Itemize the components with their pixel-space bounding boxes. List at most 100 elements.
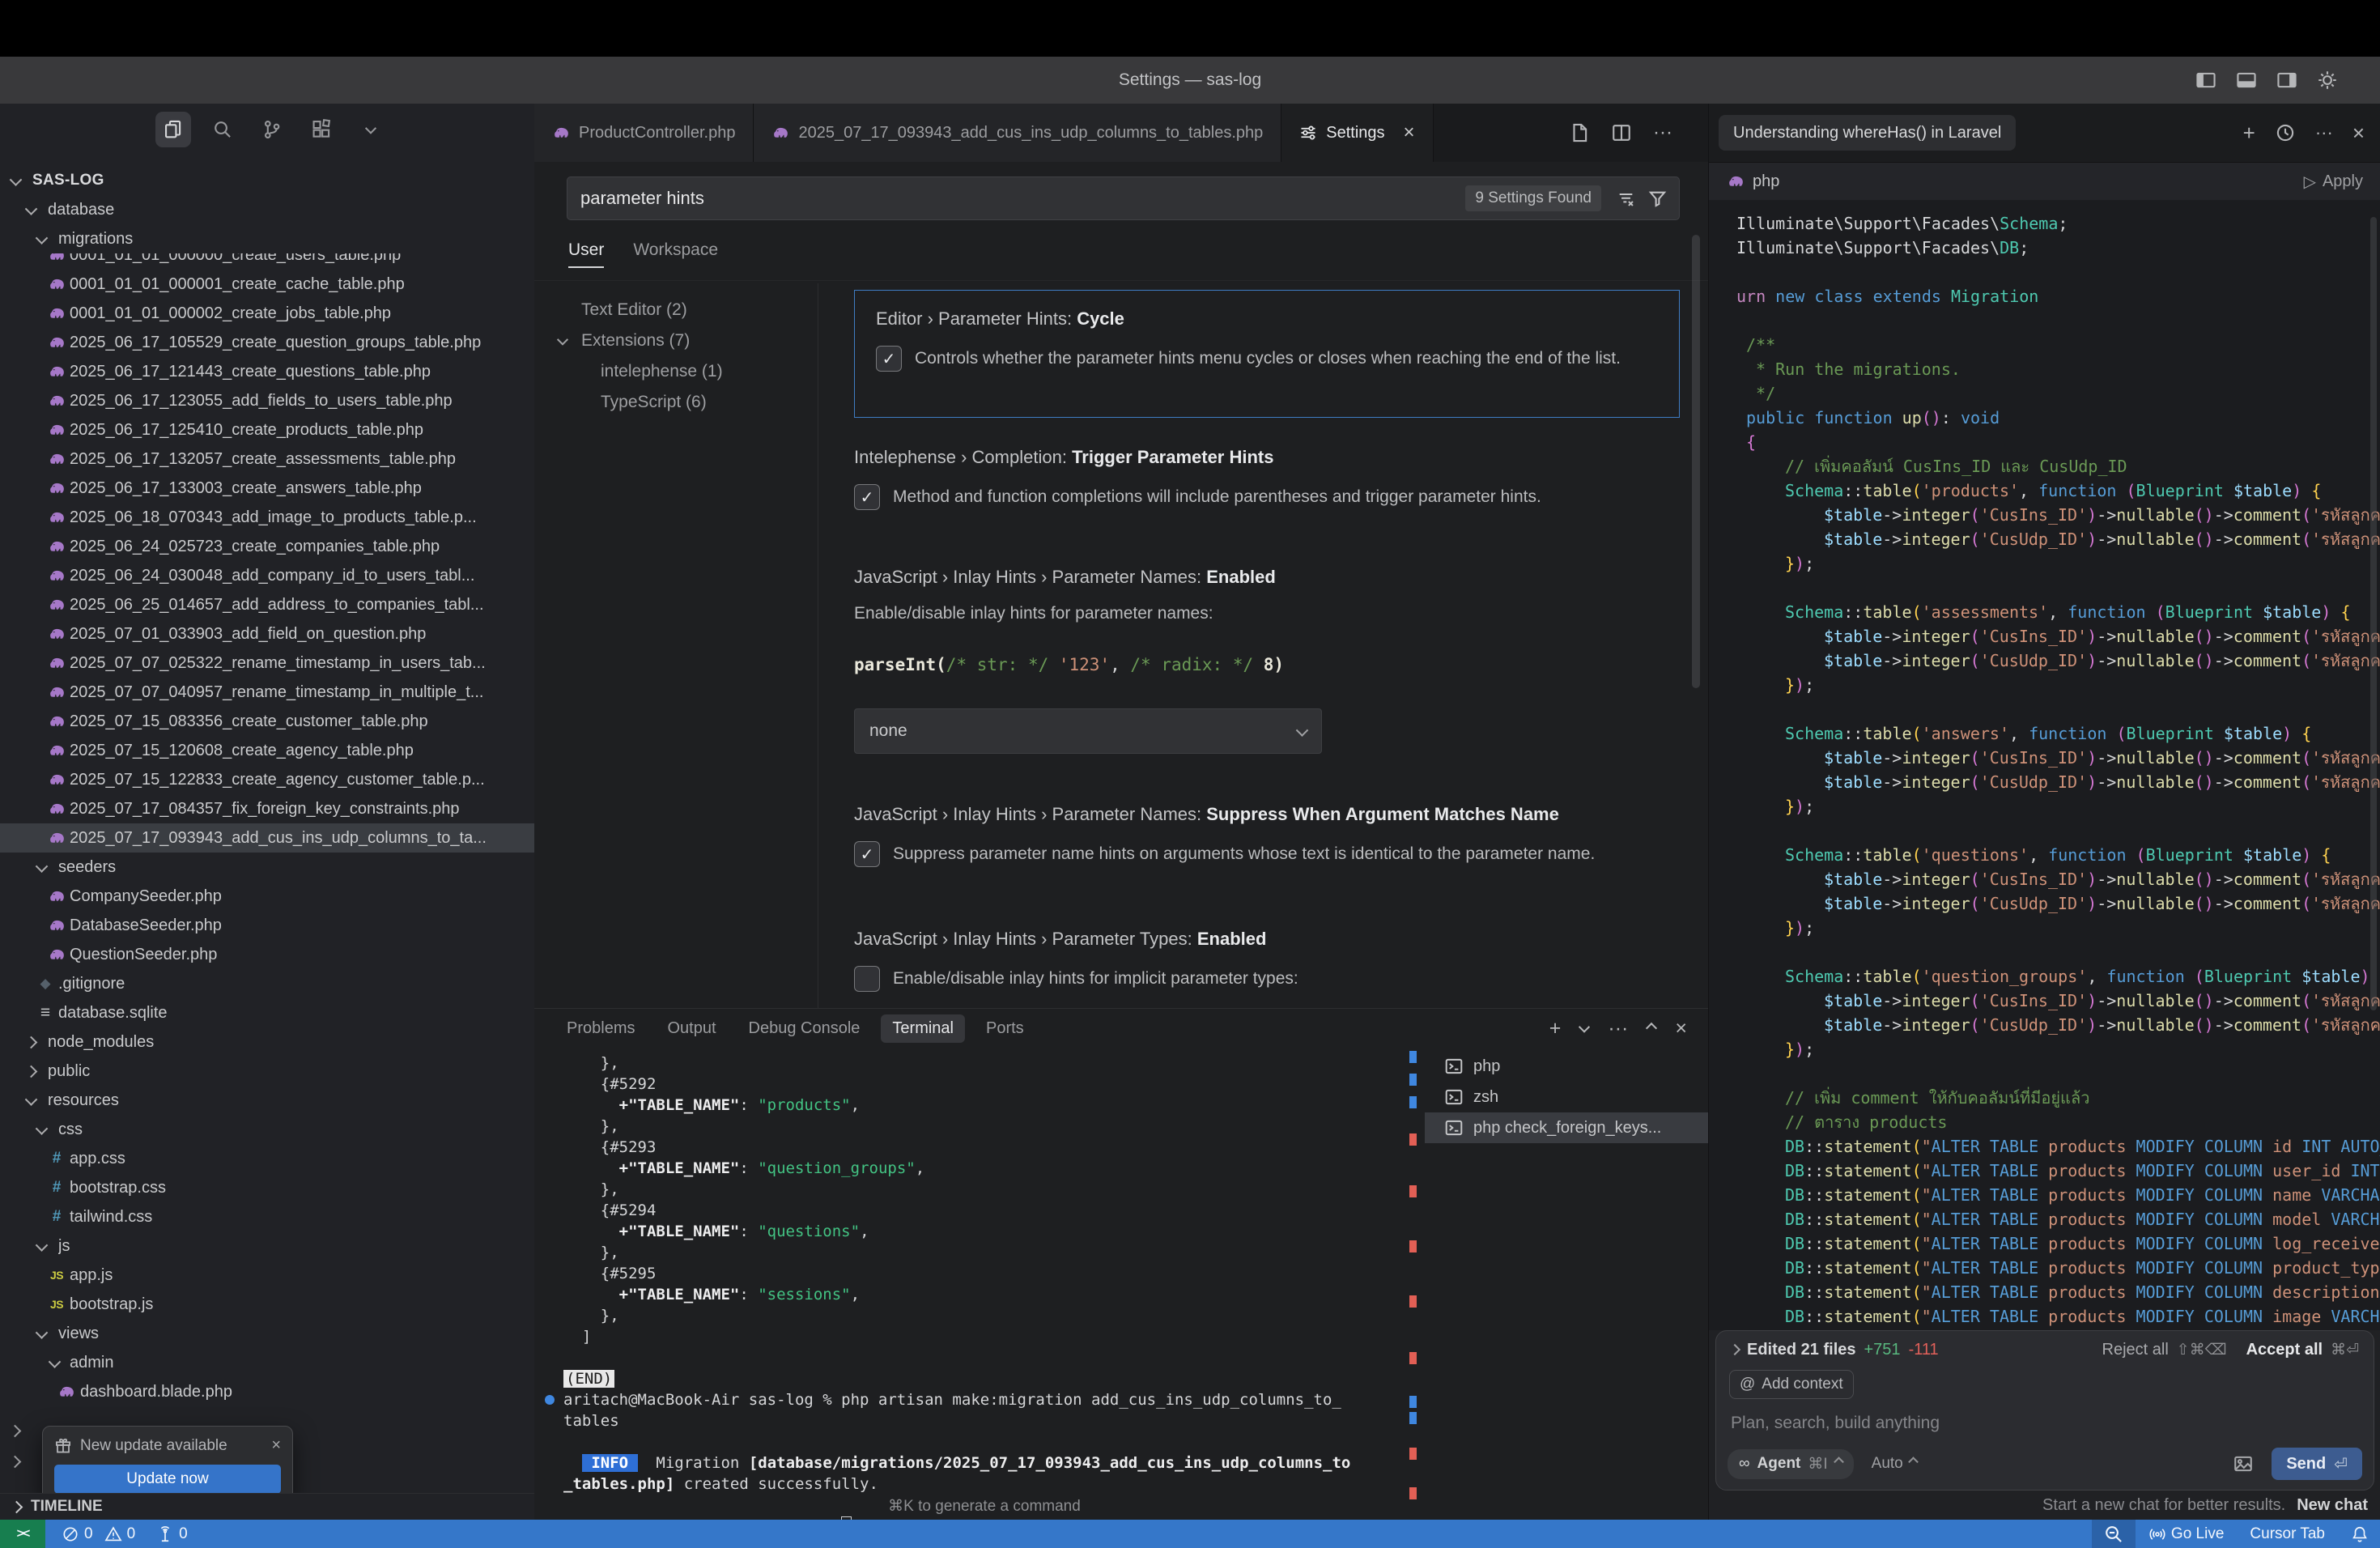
ports-status[interactable]: 0 [156, 1525, 188, 1543]
tree-item[interactable]: 2025_07_07_025322_rename_timestamp_in_us… [0, 649, 534, 678]
tree-item[interactable]: admin [0, 1348, 534, 1377]
tree-item[interactable]: 2025_07_15_083356_create_customer_table.… [0, 707, 534, 736]
setting-checkbox[interactable] [854, 966, 880, 992]
terminal-profile-chevron-icon[interactable] [1579, 1022, 1590, 1033]
split-editor-icon[interactable] [1611, 122, 1632, 143]
tree-item[interactable]: node_modules [0, 1027, 534, 1057]
tree-item[interactable]: migrations [0, 224, 534, 253]
panel-tab-Output[interactable]: Output [656, 1014, 727, 1043]
apply-button[interactable]: ▷ Apply [2304, 172, 2363, 192]
tree-item[interactable]: JSapp.js [0, 1261, 534, 1290]
terminal-session[interactable]: zsh [1425, 1082, 1708, 1112]
tree-item[interactable]: 2025_07_07_040957_rename_timestamp_in_mu… [0, 678, 534, 707]
settings-toc-item[interactable]: intelephense (1) [534, 356, 818, 387]
tree-item[interactable]: JSbootstrap.js [0, 1290, 534, 1319]
edited-files-label[interactable]: Edited 21 files [1747, 1341, 1856, 1359]
timeline-section[interactable]: TIMELINE [0, 1493, 534, 1520]
settings-gear-icon[interactable] [2317, 70, 2338, 91]
problems-status[interactable]: 0 0 [62, 1525, 135, 1543]
tree-item[interactable]: 2025_06_18_070343_add_image_to_products_… [0, 503, 534, 532]
more-actions-icon[interactable]: ··· [1653, 121, 1672, 144]
tree-item[interactable]: 0001_01_01_000002_create_jobs_table.php [0, 299, 534, 328]
setting-select-dropdown[interactable]: none [854, 708, 1322, 754]
setting-checkbox[interactable] [854, 484, 880, 510]
panel-tab-Debug Console[interactable]: Debug Console [737, 1014, 872, 1043]
remote-indicator[interactable]: >< [0, 1520, 45, 1548]
tree-item[interactable]: ≡database.sqlite [0, 998, 534, 1027]
tree-item[interactable]: 2025_06_24_030048_add_company_id_to_user… [0, 561, 534, 590]
maximize-panel-icon[interactable] [1646, 1023, 1657, 1034]
tree-item[interactable]: QuestionSeeder.php [0, 940, 534, 969]
tree-item[interactable]: views [0, 1319, 534, 1348]
tab-user[interactable]: User [568, 240, 604, 268]
tree-item[interactable]: 2025_06_24_025723_create_companies_table… [0, 532, 534, 561]
zoom-out-button[interactable] [2092, 1520, 2136, 1548]
tab-2025_07_17_093943_add_cus_ins_udp_columns_to_tables.php[interactable]: 2025_07_17_093943_add_cus_ins_udp_column… [754, 104, 1281, 162]
tree-item[interactable]: 2025_07_15_120608_create_agency_table.ph… [0, 736, 534, 765]
filter-icon[interactable] [1647, 189, 1668, 209]
cursor-tab-status[interactable]: Cursor Tab [2237, 1525, 2338, 1543]
tree-item[interactable]: 2025_07_15_122833_create_agency_customer… [0, 765, 534, 794]
open-preview-icon[interactable] [1569, 122, 1590, 143]
panel-tab-Terminal[interactable]: Terminal [881, 1014, 965, 1043]
new-chat-link[interactable]: New chat [2297, 1496, 2368, 1515]
tree-root[interactable]: SAS-LOG [0, 166, 534, 195]
tree-item[interactable]: js [0, 1231, 534, 1261]
tree-item[interactable]: #app.css [0, 1144, 534, 1173]
chat-input-placeholder[interactable]: Plan, search, build anything [1731, 1414, 2374, 1433]
tree-item[interactable]: 2025_07_17_084357_fix_foreign_key_constr… [0, 794, 534, 823]
tree-item[interactable]: public [0, 1057, 534, 1086]
explorer-icon[interactable] [155, 112, 191, 147]
tree-item[interactable]: #bootstrap.css [0, 1173, 534, 1202]
tree-item[interactable]: seeders [0, 853, 534, 882]
extensions-icon[interactable] [304, 112, 339, 147]
tree-item[interactable]: 2025_06_17_105529_create_question_groups… [0, 328, 534, 357]
close-icon[interactable]: × [271, 1436, 281, 1455]
terminal-output[interactable]: }, {#5292 +"TABLE_NAME": "products", }, … [534, 1053, 1435, 1520]
search-icon[interactable] [205, 112, 240, 147]
agent-mode-selector[interactable]: ∞ Agent ⌘I [1728, 1449, 1854, 1479]
tree-item[interactable]: 2025_06_17_133003_create_answers_table.p… [0, 474, 534, 503]
settings-search-input[interactable] [579, 187, 1465, 210]
more-actions-icon[interactable]: ··· [2315, 122, 2333, 143]
new-chat-icon[interactable]: + [2243, 121, 2255, 146]
model-selector[interactable]: Auto [1872, 1455, 1917, 1473]
tree-item[interactable]: 2025_06_25_014657_add_address_to_compani… [0, 590, 534, 619]
tab-workspace[interactable]: Workspace [633, 240, 718, 268]
reject-all-button[interactable]: Reject all [2102, 1341, 2169, 1359]
terminal-session[interactable]: php [1425, 1051, 1708, 1082]
add-context-chip[interactable]: @ Add context [1729, 1370, 1854, 1399]
settings-toc-item[interactable]: Text Editor (2) [534, 295, 818, 325]
toggle-bottom-panel-icon[interactable] [2236, 70, 2257, 91]
setting-checkbox[interactable] [876, 346, 902, 372]
tree-item[interactable]: database [0, 195, 534, 224]
tree-item[interactable]: css [0, 1115, 534, 1144]
go-live-button[interactable]: Go Live [2136, 1525, 2237, 1543]
update-now-button[interactable]: Update now [54, 1465, 281, 1494]
tree-item[interactable]: #tailwind.css [0, 1202, 534, 1231]
terminal-session[interactable]: php check_foreign_keys... [1425, 1112, 1708, 1143]
panel-tab-Ports[interactable]: Ports [975, 1014, 1035, 1043]
clear-filters-icon[interactable] [1616, 189, 1636, 209]
toggle-right-panel-icon[interactable] [2276, 70, 2297, 91]
scrollbar[interactable] [1692, 235, 1700, 688]
tree-item[interactable]: DatabaseSeeder.php [0, 911, 534, 940]
image-attach-icon[interactable] [2233, 1453, 2254, 1474]
close-panel-icon[interactable]: × [1675, 1017, 1687, 1040]
tree-item[interactable]: 2025_07_01_033903_add_field_on_question.… [0, 619, 534, 649]
scrollbar[interactable] [2370, 217, 2377, 1010]
setting-checkbox[interactable] [854, 841, 880, 867]
tree-item[interactable]: 0001_01_01_000000_create_users_table.php [0, 253, 534, 270]
new-terminal-icon[interactable]: + [1549, 1017, 1562, 1040]
tree-item[interactable]: 2025_06_17_121443_create_questions_table… [0, 357, 534, 386]
tree-item[interactable]: 2025_06_17_132057_create_assessments_tab… [0, 444, 534, 474]
close-icon[interactable]: × [1404, 121, 1415, 144]
panel-tab-Problems[interactable]: Problems [555, 1014, 646, 1043]
tree-item[interactable]: 2025_06_17_123055_add_fields_to_users_ta… [0, 386, 534, 415]
tree-item[interactable]: CompanySeeder.php [0, 882, 534, 911]
more-actions-icon[interactable]: ··· [1608, 1017, 1628, 1040]
tab-Settings[interactable]: Settings× [1281, 104, 1433, 162]
toggle-left-panel-icon[interactable] [2195, 70, 2216, 91]
history-icon[interactable] [2275, 122, 2296, 143]
notifications-bell[interactable] [2338, 1525, 2380, 1543]
